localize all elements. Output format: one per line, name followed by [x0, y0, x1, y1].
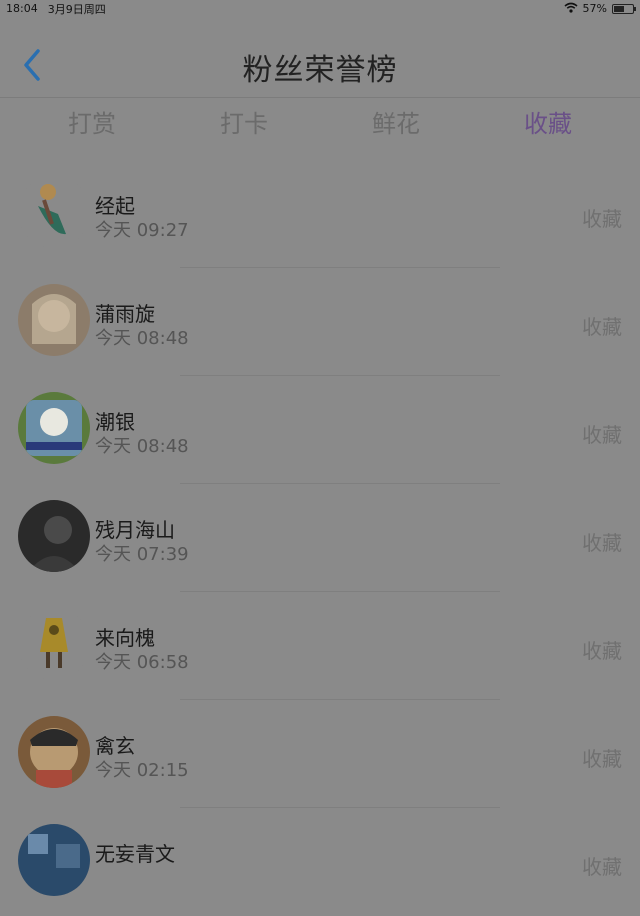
wifi-icon	[564, 2, 578, 16]
list-item[interactable]: 经起 今天 09:27 收藏	[0, 160, 640, 268]
favorite-label[interactable]: 收藏	[582, 851, 622, 880]
favorite-label[interactable]: 收藏	[582, 527, 622, 556]
tab-checkin[interactable]: 打卡	[184, 104, 304, 139]
tab-favorites[interactable]: 收藏	[488, 104, 608, 139]
list-item[interactable]: 来向槐 今天 06:58 收藏	[0, 592, 640, 700]
favorite-label[interactable]: 收藏	[582, 743, 622, 772]
list-item[interactable]: 残月海山 今天 07:39 收藏	[0, 484, 640, 592]
list-item[interactable]: 禽玄 今天 02:15 收藏	[0, 700, 640, 808]
favorite-label[interactable]: 收藏	[582, 419, 622, 448]
fan-time: 今天 06:58	[95, 652, 189, 673]
list-item[interactable]: 蒲雨旋 今天 08:48 收藏	[0, 268, 640, 376]
favorite-label[interactable]: 收藏	[582, 635, 622, 664]
fan-name: 潮银	[95, 410, 135, 434]
fan-name: 禽玄	[95, 734, 135, 758]
avatar	[18, 500, 90, 572]
avatar	[18, 608, 90, 680]
avatar	[18, 392, 90, 464]
tab-flowers[interactable]: 鲜花	[336, 104, 456, 139]
fan-name: 蒲雨旋	[95, 302, 155, 326]
avatar	[18, 824, 90, 896]
battery-percent: 57%	[582, 2, 607, 15]
fan-time: 今天 09:27	[95, 220, 189, 241]
status-bar: 18:04 3月9日周四 57%	[0, 0, 640, 17]
page-title: 粉丝荣誉榜	[242, 53, 398, 88]
fan-name: 残月海山	[95, 518, 175, 542]
favorite-label[interactable]: 收藏	[582, 311, 622, 340]
fan-time: 今天 02:15	[95, 760, 189, 781]
status-date: 3月9日周四	[47, 2, 106, 16]
fan-name: 来向槐	[95, 626, 155, 650]
avatar	[18, 284, 90, 356]
fan-time: 今天 08:48	[95, 436, 189, 457]
list-item[interactable]: 潮银 今天 08:48 收藏	[0, 376, 640, 484]
list-item[interactable]: 无妄青文 收藏	[0, 808, 640, 916]
avatar	[18, 716, 90, 788]
favorite-label[interactable]: 收藏	[582, 203, 622, 232]
status-right: 57%	[564, 0, 636, 17]
fan-name: 经起	[95, 194, 135, 218]
avatar	[18, 176, 90, 248]
tab-reward[interactable]: 打赏	[32, 104, 152, 139]
fan-time: 今天 07:39	[95, 544, 189, 565]
battery-icon	[612, 3, 636, 14]
fan-time: 今天 08:48	[95, 328, 189, 349]
tab-bar: 打赏 打卡 鲜花 收藏	[0, 104, 640, 144]
status-time: 18:04	[6, 2, 38, 15]
nav-bar: 粉丝荣誉榜	[0, 17, 640, 98]
